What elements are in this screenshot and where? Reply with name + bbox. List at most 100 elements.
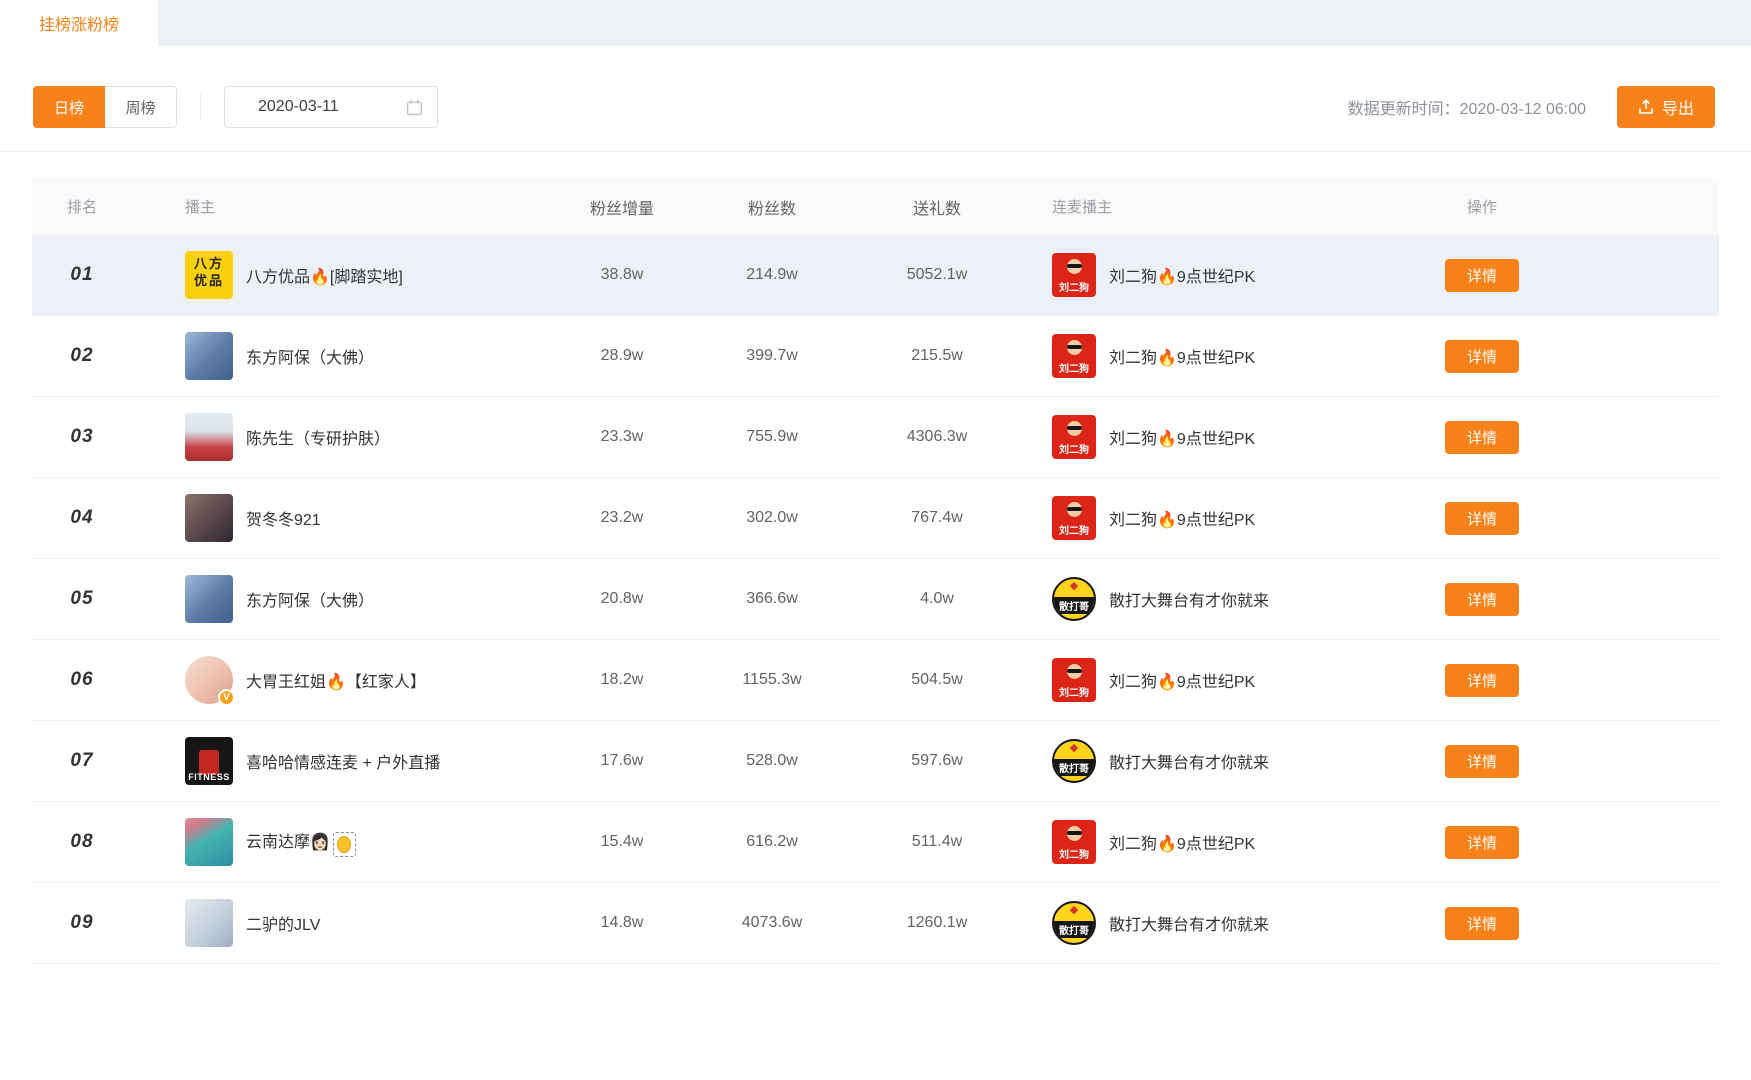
avatar-caption: 刘二狗 [1052,279,1096,294]
header-streamer: 播主 [132,196,552,217]
avatar-caption: 刘二狗 [1052,846,1096,861]
tab-ranking[interactable]: 挂榜涨粉榜 [0,0,158,46]
streamer-avatar [185,575,233,623]
linked-streamer-name: 散打大舞台有才你就来 [1109,911,1269,935]
date-picker[interactable]: 2020-03-11 [224,86,438,128]
linked-streamer-cell: 散打哥散打大舞台有才你就来 [1022,901,1412,945]
content: 日榜 周榜 2020-03-11 数据更新时间：2020-03-12 06:00 [0,86,1751,964]
rank-number: 07 [32,750,132,772]
table-row[interactable]: 07 FITNESS 喜哈哈情感连麦 + 户外直播 17.6w528.0w597.6w… [32,721,1719,802]
action-cell: 详情 [1412,259,1552,292]
streamer-avatar: V [185,656,233,704]
detail-button[interactable]: 详情 [1445,502,1519,535]
avatar-caption: 刘二狗 [1052,360,1096,375]
cartoon-face-icon [1067,664,1082,679]
streamer-cell: 东方阿保（大佛） [132,332,552,380]
weekly-rank-button[interactable]: 周榜 [105,86,177,128]
fans-increase-value: 17.6w [552,752,692,770]
rank-number: 03 [32,426,132,448]
avatar-text: FITNESS [185,772,233,782]
crown-icon [1054,905,1094,916]
table-header: 排名 播主 粉丝增量 粉丝数 送礼数 连麦播主 操作 [32,178,1719,235]
rank-number: 01 [32,264,132,286]
streamer-cell: 陈先生（专研护肤） [132,413,552,461]
ranking-table: 排名 播主 粉丝增量 粉丝数 送礼数 连麦播主 操作 01八方优品八方优品🔥[脚… [32,178,1719,964]
linked-streamer-cell: 刘二狗刘二狗🔥9点世纪PK [1022,658,1412,702]
table-row[interactable]: 05东方阿保（大佛）20.8w366.6w4.0w散打哥散打大舞台有才你就来详情 [32,559,1719,640]
calendar-icon [406,99,423,116]
section-divider [0,151,1751,152]
export-label: 导出 [1662,95,1694,119]
avatar-caption: 散打哥 [1054,759,1094,776]
detail-button[interactable]: 详情 [1445,664,1519,697]
linked-streamer-name: 刘二狗🔥9点世纪PK [1109,668,1255,692]
avatar-caption: 散打哥 [1054,597,1094,614]
detail-button[interactable]: 详情 [1445,745,1519,778]
header-fans-increase: 粉丝增量 [552,195,692,219]
fans-increase-value: 38.8w [552,266,692,284]
detail-button[interactable]: 详情 [1445,421,1519,454]
linked-streamer-cell: 刘二狗刘二狗🔥9点世纪PK [1022,415,1412,459]
update-time: 数据更新时间：2020-03-12 06:00 [1348,95,1586,119]
date-value: 2020-03-11 [258,98,339,116]
toolbar-divider [200,94,201,120]
action-cell: 详情 [1412,583,1552,616]
fans-total-value: 302.0w [692,509,852,527]
detail-button[interactable]: 详情 [1445,826,1519,859]
streamer-cell: FITNESS 喜哈哈情感连麦 + 户外直播 [132,737,552,785]
streamer-name: 八方优品🔥[脚踏实地] [246,263,403,287]
gifts-value: 597.6w [852,752,1022,770]
streamer-name: 东方阿保（大佛） [246,587,374,611]
linked-streamer-avatar: 刘二狗 [1052,334,1096,378]
export-button[interactable]: 导出 [1617,86,1715,128]
avatar-caption: 散打哥 [1054,921,1094,938]
table-row[interactable]: 09二驴的JLV14.8w4073.6w1260.1w散打哥散打大舞台有才你就来… [32,883,1719,964]
header-rank: 排名 [32,196,132,217]
linked-streamer-cell: 刘二狗刘二狗🔥9点世纪PK [1022,820,1412,864]
gifts-value: 4306.3w [852,428,1022,446]
avatar-caption: 刘二狗 [1052,441,1096,456]
action-cell: 详情 [1412,907,1552,940]
detail-button[interactable]: 详情 [1445,907,1519,940]
table-row[interactable]: 08云南达摩👩🏻15.4w616.2w511.4w刘二狗刘二狗🔥9点世纪PK详情 [32,802,1719,883]
detail-button[interactable]: 详情 [1445,340,1519,373]
streamer-avatar [185,818,233,866]
linked-streamer-name: 刘二狗🔥9点世纪PK [1109,830,1255,854]
crown-icon [1054,581,1094,592]
table-body: 01八方优品八方优品🔥[脚踏实地]38.8w214.9w5052.1w刘二狗刘二… [32,235,1719,964]
cartoon-face-icon [1067,340,1082,355]
fans-total-value: 399.7w [692,347,852,365]
table-row[interactable]: 01八方优品八方优品🔥[脚踏实地]38.8w214.9w5052.1w刘二狗刘二… [32,235,1719,316]
linked-streamer-avatar: 刘二狗 [1052,658,1096,702]
rank-number: 08 [32,831,132,853]
fans-increase-value: 14.8w [552,914,692,932]
action-cell: 详情 [1412,340,1552,373]
streamer-name: 喜哈哈情感连麦 + 户外直播 [246,749,440,773]
table-row[interactable]: 03陈先生（专研护肤）23.3w755.9w4306.3w刘二狗刘二狗🔥9点世纪… [32,397,1719,478]
table-row[interactable]: 04贺冬冬92123.2w302.0w767.4w刘二狗刘二狗🔥9点世纪PK详情 [32,478,1719,559]
avatar-caption: 刘二狗 [1052,684,1096,699]
linked-streamer-cell: 刘二狗刘二狗🔥9点世纪PK [1022,334,1412,378]
header-linked-streamer: 连麦播主 [1022,196,1412,217]
tab-bar: 挂榜涨粉榜 [0,0,1751,46]
streamer-avatar: FITNESS [185,737,233,785]
streamer-name: 东方阿保（大佛） [246,344,374,368]
daily-rank-button[interactable]: 日榜 [33,86,105,128]
fans-total-value: 4073.6w [692,914,852,932]
unknown-emoji-placeholder [333,832,356,857]
streamer-avatar [185,494,233,542]
linked-streamer-avatar: 散打哥 [1052,577,1096,621]
detail-button[interactable]: 详情 [1445,259,1519,292]
linked-streamer-name: 刘二狗🔥9点世纪PK [1109,506,1255,530]
fans-total-value: 528.0w [692,752,852,770]
linked-streamer-cell: 刘二狗刘二狗🔥9点世纪PK [1022,496,1412,540]
gifts-value: 215.5w [852,347,1022,365]
linked-streamer-cell: 散打哥散打大舞台有才你就来 [1022,739,1412,783]
table-row[interactable]: 02东方阿保（大佛）28.9w399.7w215.5w刘二狗刘二狗🔥9点世纪PK… [32,316,1719,397]
table-row[interactable]: 06V大胃王红姐🔥【红家人】18.2w1155.3w504.5w刘二狗刘二狗🔥9… [32,640,1719,721]
streamer-name: 陈先生（专研护肤） [246,425,390,449]
cartoon-face-icon [1067,421,1082,436]
linked-streamer-avatar: 刘二狗 [1052,415,1096,459]
detail-button[interactable]: 详情 [1445,583,1519,616]
update-time-value: 2020-03-12 06:00 [1460,101,1586,118]
